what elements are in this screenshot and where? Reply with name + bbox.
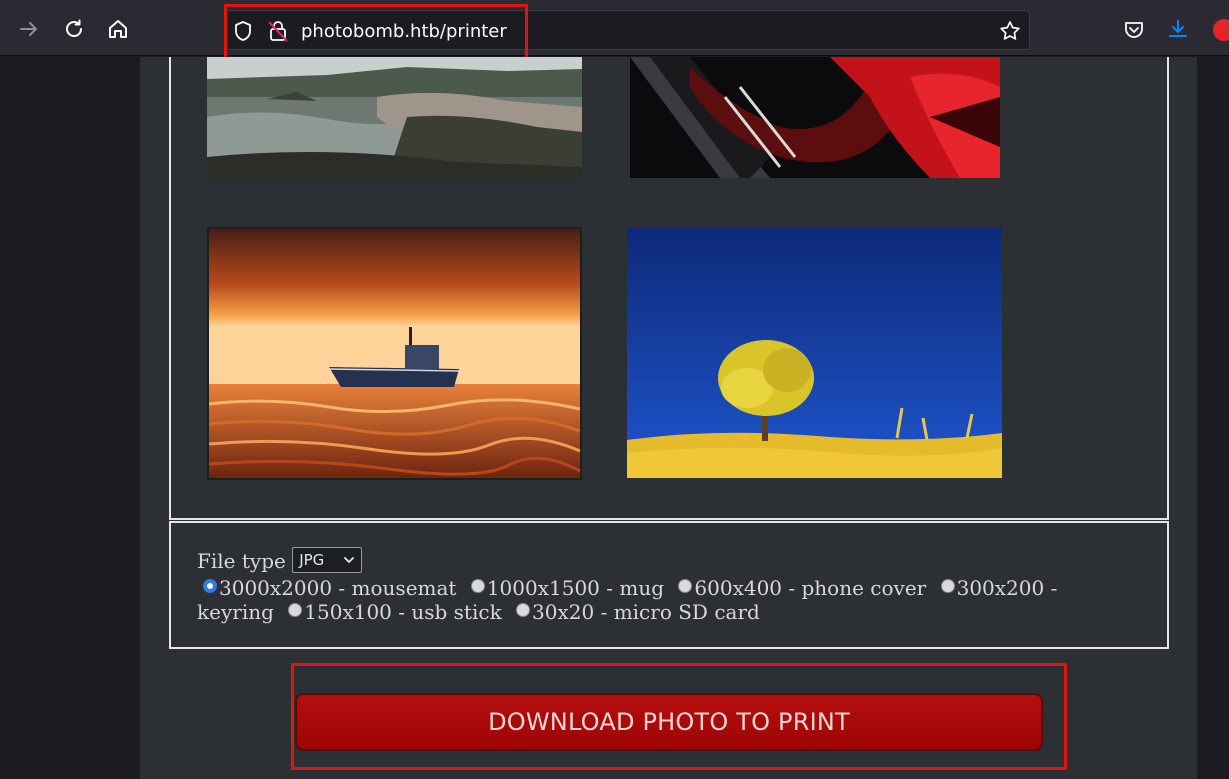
extension-icon[interactable] bbox=[1213, 19, 1229, 41]
size-radio-phone-cover[interactable] bbox=[678, 579, 693, 593]
photo-tree-field[interactable] bbox=[627, 228, 1002, 478]
size-radio-mug[interactable] bbox=[470, 579, 485, 593]
pocket-icon[interactable] bbox=[1120, 15, 1148, 43]
url-text[interactable]: photobomb.htb/printer bbox=[301, 21, 507, 42]
photo-red-abstract[interactable] bbox=[630, 57, 1000, 178]
print-options-form: File type JPG 3000x2000 - mousemat 1000x… bbox=[169, 521, 1169, 649]
lock-icon[interactable] bbox=[267, 19, 289, 47]
bookmark-star-icon[interactable] bbox=[999, 20, 1021, 46]
size-label-mug: 1000x1500 - mug bbox=[486, 575, 665, 600]
file-type-label: File type bbox=[197, 549, 286, 573]
size-label-phone-cover: 600x400 - phone cover bbox=[694, 575, 927, 600]
size-radio-usb-stick[interactable] bbox=[288, 603, 303, 617]
size-radio-keyring[interactable] bbox=[940, 579, 955, 593]
print-options-text: File type JPG 3000x2000 - mousemat 1000x… bbox=[197, 546, 1097, 624]
size-label-usb-stick: 150x100 - usb stick bbox=[304, 599, 502, 624]
chevron-down-icon bbox=[343, 551, 355, 575]
reload-icon[interactable] bbox=[60, 15, 88, 43]
size-radio-mousemat[interactable] bbox=[203, 579, 217, 593]
download-photo-button[interactable]: DOWNLOAD PHOTO TO PRINT bbox=[295, 693, 1043, 751]
size-radio-micro-sd[interactable] bbox=[516, 603, 531, 617]
url-bar[interactable]: photobomb.htb/printer bbox=[224, 10, 1030, 50]
file-type-select[interactable]: JPG bbox=[292, 546, 363, 575]
browser-toolbar: photobomb.htb/printer bbox=[0, 0, 1229, 56]
photo-coastline[interactable] bbox=[207, 57, 582, 178]
home-icon[interactable] bbox=[104, 15, 132, 43]
file-type-value: JPG bbox=[299, 550, 325, 569]
forward-icon[interactable] bbox=[15, 15, 43, 43]
size-label-mousemat: 3000x2000 - mousemat bbox=[219, 575, 457, 600]
shield-icon[interactable] bbox=[233, 20, 253, 46]
photo-boat-sunset[interactable] bbox=[207, 227, 582, 480]
size-label-micro-sd: 30x20 - micro SD card bbox=[532, 599, 760, 624]
download-icon[interactable] bbox=[1164, 15, 1192, 43]
